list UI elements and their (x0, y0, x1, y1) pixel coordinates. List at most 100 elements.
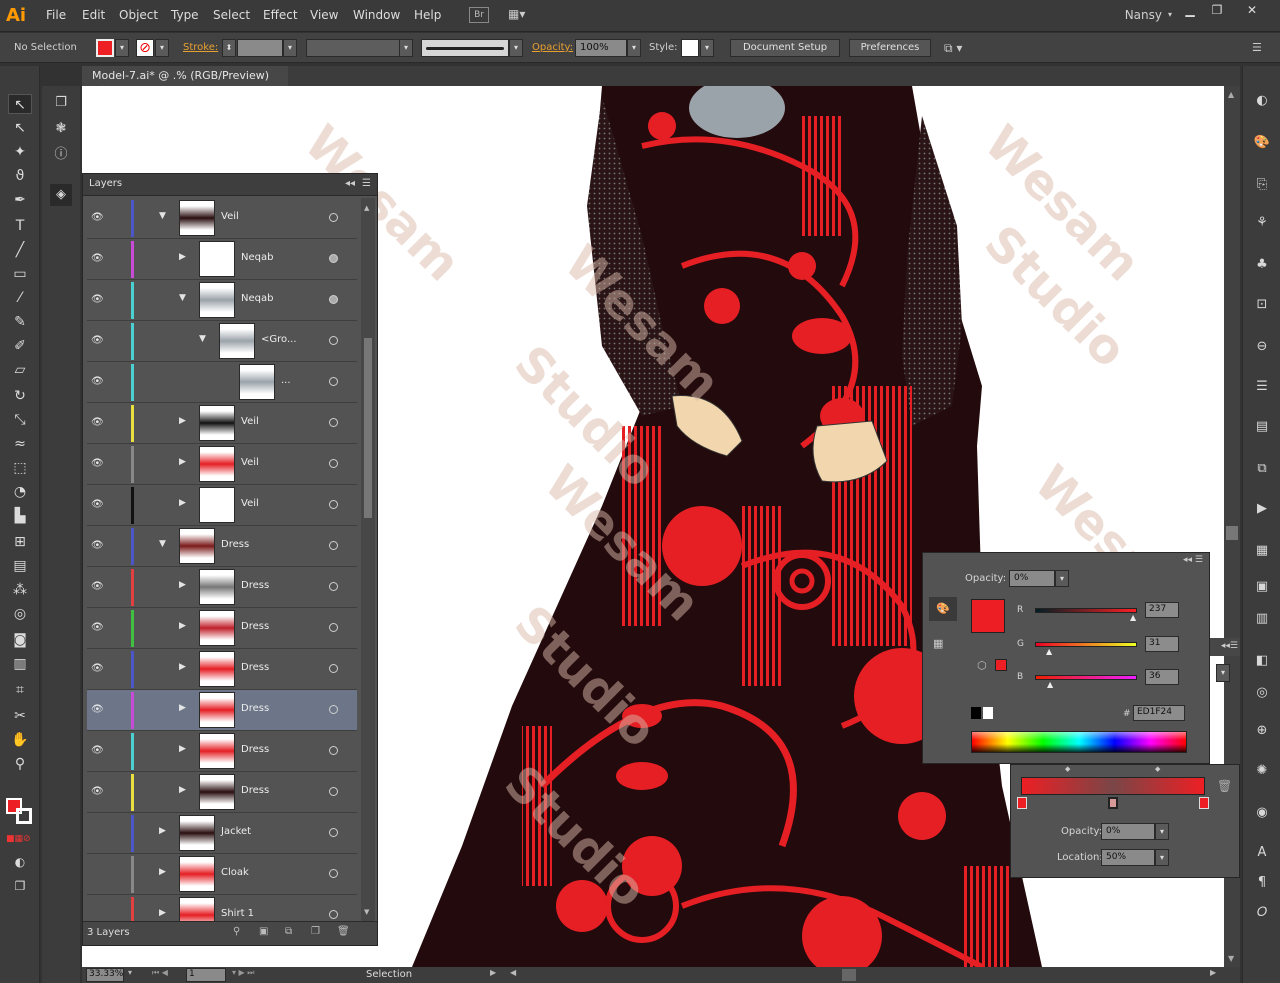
close-icon[interactable]: ✕ (1240, 3, 1264, 19)
layer-name[interactable]: Dress (241, 744, 269, 755)
gradient-panel-menu-icon[interactable]: ◂◂☰ (1210, 638, 1240, 656)
layer-name[interactable]: Shirt 1 (221, 908, 254, 919)
eraser-tool-icon[interactable]: ▱ (8, 360, 32, 380)
symbols-panel-icon[interactable]: ❃ (50, 118, 72, 140)
warp-tool-icon[interactable]: ≈ (8, 434, 32, 454)
g-slider-thumb[interactable]: ▲ (1046, 647, 1052, 656)
transform-icon[interactable]: ⊡ (1251, 294, 1273, 316)
b-slider-thumb[interactable]: ▲ (1047, 680, 1053, 689)
gradient-annotator-icon[interactable]: ◉ (1251, 802, 1273, 824)
slice-tool-icon[interactable]: ✂ (8, 706, 32, 726)
r-slider[interactable]: ▲ (1035, 608, 1137, 622)
target-icon[interactable] (329, 869, 338, 878)
layer-name[interactable]: ... (281, 375, 291, 386)
expand-toggle-icon[interactable]: ▶ (179, 498, 186, 508)
gamut-swatch[interactable] (995, 659, 1007, 671)
expand-toggle-icon[interactable]: ▶ (179, 744, 186, 754)
layer-row[interactable]: 👁 ▶ Dress (87, 772, 357, 813)
layer-row[interactable]: ▶ Cloak (87, 854, 357, 895)
visibility-eye-icon[interactable]: 👁 (91, 294, 105, 305)
opacity-label[interactable]: Opacity: (532, 42, 573, 53)
color-panel-tab-icon[interactable]: 🎨 (929, 597, 957, 621)
layer-row[interactable]: 👁... (87, 362, 357, 403)
visibility-eye-icon[interactable]: 👁 (91, 540, 105, 551)
target-icon[interactable] (329, 500, 338, 509)
layers-panel-icon[interactable]: ◈ (50, 184, 72, 206)
style-swatch[interactable] (681, 39, 699, 57)
layer-row[interactable]: 👁 ▼ Neqab (87, 280, 357, 321)
delete-stop-icon[interactable]: 🗑 (1217, 779, 1232, 793)
horizontal-scroll-thumb[interactable] (842, 969, 856, 981)
visibility-eye-icon[interactable]: 👁 (91, 786, 105, 797)
black-swatch[interactable] (971, 707, 981, 719)
expand-toggle-icon[interactable]: ▶ (159, 826, 166, 836)
layer-row[interactable]: 👁 ▶ Veil (87, 444, 357, 485)
selection-tool-icon[interactable]: ↖ (8, 94, 32, 114)
gradient-midpoint-right-icon[interactable]: ◆ (1155, 765, 1160, 773)
scroll-right-icon[interactable]: ▶ (1210, 968, 1216, 977)
panel-menu-icon[interactable]: ☰ (1252, 41, 1262, 54)
color-guide-icon[interactable]: ◐ (1251, 90, 1273, 112)
gradient-stop-right[interactable] (1199, 797, 1209, 809)
gradient-location-input[interactable]: 50% (1101, 849, 1155, 866)
layer-name[interactable]: Veil (241, 457, 259, 468)
graphic-style-icon[interactable]: ✺ (1251, 760, 1273, 782)
layer-row[interactable]: 👁 ▶ Dress (87, 690, 357, 731)
stroke-color-icon[interactable] (16, 808, 32, 824)
expand-toggle-icon[interactable]: ▼ (199, 334, 206, 344)
target-icon[interactable] (329, 623, 338, 632)
restore-icon[interactable]: ❐ (1205, 3, 1229, 19)
screen-mode-icon[interactable]: ❐ (8, 876, 32, 896)
gradient-opacity-dropdown-icon[interactable]: ▾ (1155, 823, 1169, 840)
stroke-weight-input[interactable] (237, 39, 283, 57)
layer-row[interactable]: 👁 ▼ Veil (87, 198, 357, 239)
gradient-stop-left[interactable] (1017, 797, 1027, 809)
current-fill-swatch[interactable] (971, 599, 1005, 633)
target-icon[interactable] (329, 295, 338, 304)
menu-select[interactable]: Select (213, 8, 250, 22)
visibility-eye-icon[interactable]: 👁 (91, 376, 105, 387)
make-clipping-mask-icon[interactable]: ▣ (259, 926, 268, 937)
arrange-documents-icon[interactable]: ▦▾ (508, 7, 534, 23)
rectangle-tool-icon[interactable]: ▭ (8, 264, 32, 284)
layer-name[interactable]: <Gro... (261, 334, 297, 345)
layer-name[interactable]: Neqab (241, 293, 273, 304)
fill-dropdown-icon[interactable]: ▾ (115, 39, 129, 57)
menu-view[interactable]: View (310, 8, 338, 22)
gradient-stop-middle[interactable] (1108, 797, 1118, 809)
locate-object-icon[interactable]: ⚲ (233, 926, 240, 937)
scroll-thumb[interactable] (1226, 526, 1238, 540)
expand-toggle-icon[interactable]: ▶ (179, 662, 186, 672)
layer-row[interactable]: 👁 ▶ Dress (87, 567, 357, 608)
target-icon[interactable] (329, 828, 338, 837)
target-icon[interactable] (329, 459, 338, 468)
user-dropdown-icon[interactable]: ▾ (1168, 10, 1172, 19)
eyedropper-tool-icon[interactable]: ⁂ (8, 580, 32, 600)
target-icon[interactable] (329, 787, 338, 796)
layer-name[interactable]: Dress (241, 662, 269, 673)
line-tool-icon[interactable]: ╱ (8, 240, 32, 260)
layer-name[interactable]: Neqab (241, 252, 273, 263)
r-value-input[interactable]: 237 (1145, 602, 1179, 618)
target-icon[interactable] (329, 418, 338, 427)
brushes-icon[interactable]: ⚘ (1251, 212, 1273, 234)
drawing-modes-icon[interactable]: ◐ (8, 852, 32, 872)
expand-toggle-icon[interactable]: ▶ (179, 621, 186, 631)
target-icon[interactable] (329, 541, 338, 550)
visibility-eye-icon[interactable]: 👁 (91, 417, 105, 428)
transparency-icon[interactable]: ◎ (1251, 682, 1273, 704)
brush-definition[interactable] (421, 39, 509, 57)
variable-width-profile[interactable] (306, 39, 400, 57)
stroke-weight-stepper[interactable]: ⬍ (222, 39, 236, 57)
layer-row[interactable]: ▶ Jacket (87, 813, 357, 854)
scroll-left-icon[interactable]: ◀ (510, 968, 516, 977)
layer-row[interactable]: 👁 ▶ Veil (87, 403, 357, 444)
layer-name[interactable]: Dress (241, 580, 269, 591)
layer-name[interactable]: Dress (241, 785, 269, 796)
new-sublayer-icon[interactable]: ⧉ (285, 926, 292, 937)
scroll-down-icon[interactable]: ▼ (1228, 954, 1234, 963)
layers-scroll-thumb[interactable] (364, 338, 372, 518)
shape-builder-tool-icon[interactable]: ◔ (8, 482, 32, 502)
mesh-tool-icon[interactable]: ⊞ (8, 532, 32, 552)
delete-layer-icon[interactable]: 🗑 (337, 926, 350, 937)
